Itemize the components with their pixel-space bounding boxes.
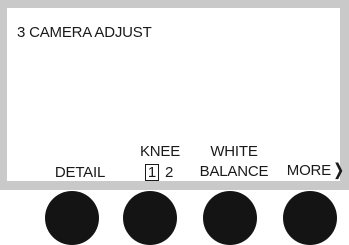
white-balance-line1: WHITE: [210, 143, 258, 160]
knee-options: 1 2: [125, 162, 195, 182]
knee-option-1: 1: [144, 163, 159, 181]
softkey-label-knee: KNEE 1 2: [125, 142, 195, 182]
lcd-screen: 3 CAMERA ADJUST DETAIL KNEE 1 2 WHITE BA…: [7, 8, 345, 182]
more-knob[interactable]: [283, 191, 337, 245]
menu-title: 3 CAMERA ADJUST: [17, 24, 152, 41]
knee-option-2: 2: [165, 163, 174, 181]
white-balance-line2: BALANCE: [199, 163, 269, 180]
more-label: MORE: [286, 162, 331, 179]
control-panel: 3 CAMERA ADJUST DETAIL KNEE 1 2 WHITE BA…: [0, 0, 349, 190]
knee-label: KNEE: [139, 143, 181, 160]
knee-knob[interactable]: [123, 191, 177, 245]
softkey-label-detail: DETAIL: [54, 164, 106, 181]
white-balance-knob[interactable]: [203, 191, 257, 245]
chevron-right-icon: ❭: [331, 162, 346, 179]
detail-knob[interactable]: [45, 191, 99, 245]
softkey-label-white-balance: WHITE BALANCE: [193, 142, 275, 182]
softkey-label-more: MORE ❭: [282, 161, 349, 181]
